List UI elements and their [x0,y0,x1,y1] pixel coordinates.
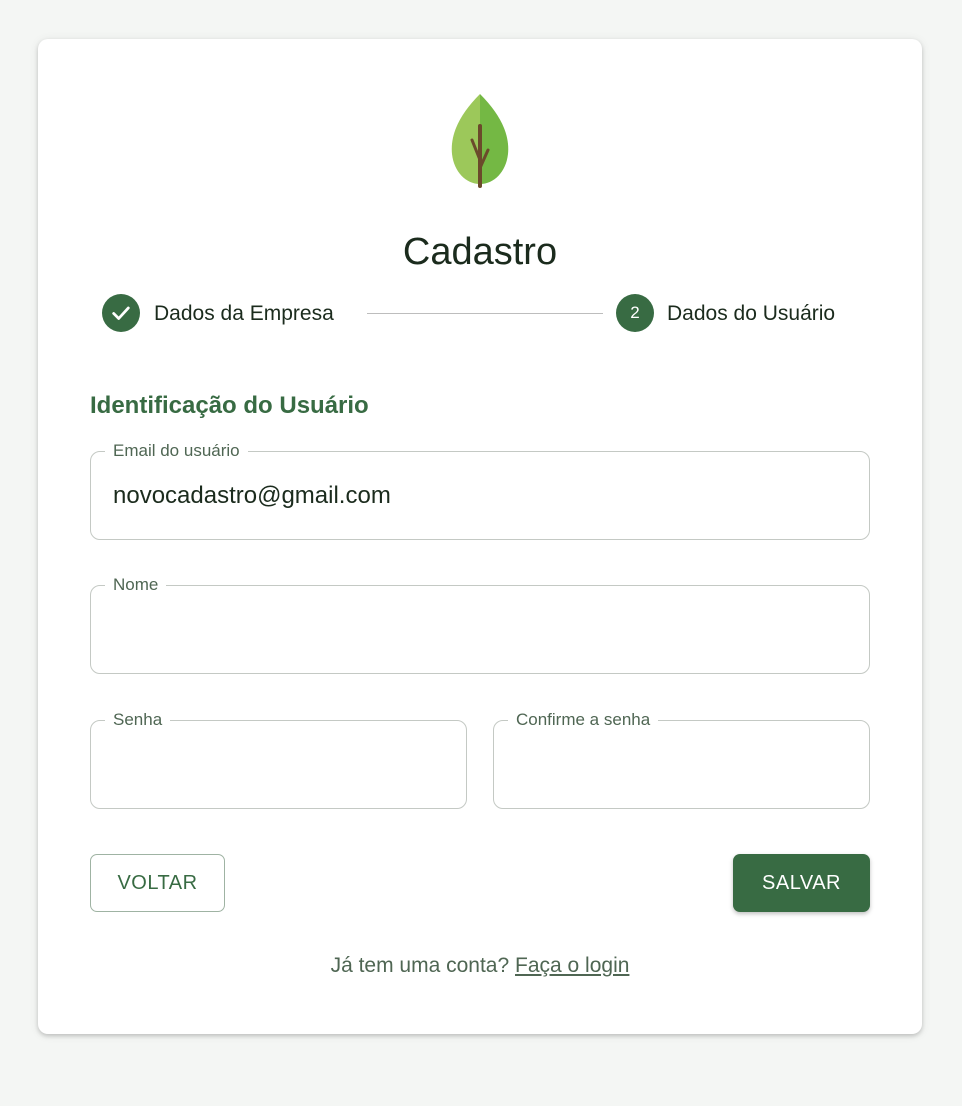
stepper: Dados da Empresa 2 Dados do Usuário [102,294,858,332]
password-input[interactable] [113,748,444,782]
signup-card: Cadastro Dados da Empresa 2 Dados do Usu… [38,39,922,1034]
login-link[interactable]: Faça o login [515,954,629,977]
login-prompt-text: Já tem uma conta? [330,954,510,977]
email-field: Email do usuário [90,441,870,540]
back-button[interactable]: VOLTAR [90,854,225,912]
confirm-password-input[interactable] [516,748,847,782]
step-connector [367,313,603,314]
name-field: Nome [90,575,870,674]
step-completed-indicator [102,294,140,332]
check-icon [112,306,130,320]
password-field-label: Senha [105,710,171,730]
login-prompt: Já tem uma conta? Faça o login [38,954,922,978]
email-field-label: Email do usuário [105,441,248,461]
password-field: Senha [90,710,467,809]
section-title: Identificação do Usuário [90,392,369,419]
leaf-icon [451,94,509,188]
page-title: Cadastro [402,231,558,273]
name-field-label: Nome [105,575,167,595]
step-number-indicator: 2 [616,294,654,332]
step-label-user: Dados do Usuário [667,302,836,325]
name-input[interactable] [113,613,847,647]
email-input[interactable] [113,479,847,513]
confirm-password-field: Confirme a senha [493,710,870,809]
step-label-company: Dados da Empresa [154,302,334,325]
save-button[interactable]: SALVAR [733,854,870,912]
confirm-password-field-label: Confirme a senha [508,710,659,730]
